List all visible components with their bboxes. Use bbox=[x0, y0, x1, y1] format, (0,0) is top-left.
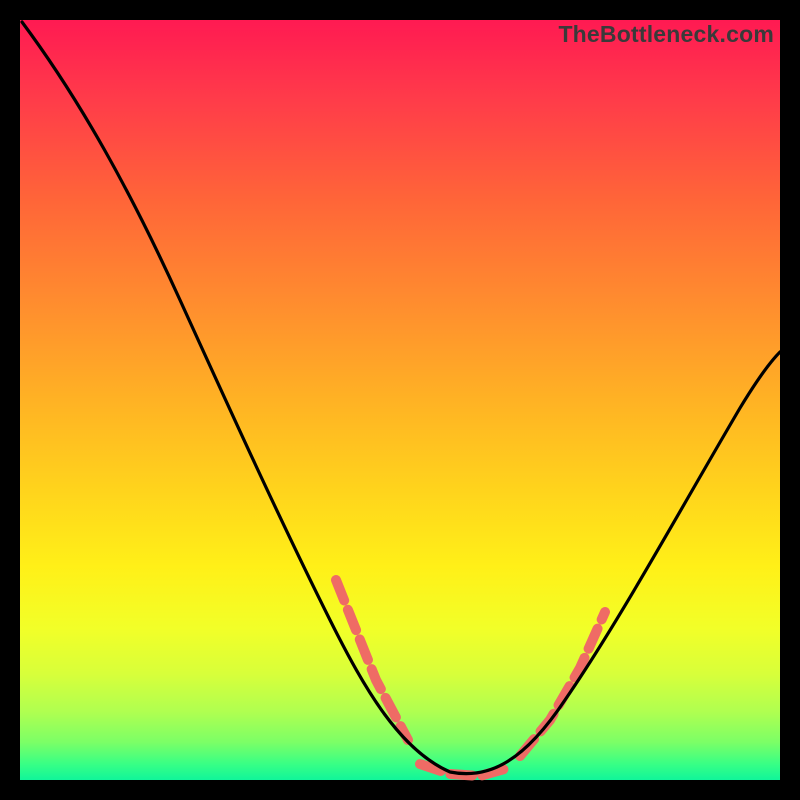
main-curve bbox=[22, 22, 780, 774]
watermark-text: TheBottleneck.com bbox=[558, 21, 774, 48]
chart-frame: TheBottleneck.com bbox=[20, 20, 780, 780]
highlight-markers bbox=[336, 580, 605, 776]
chart-svg bbox=[20, 20, 780, 780]
